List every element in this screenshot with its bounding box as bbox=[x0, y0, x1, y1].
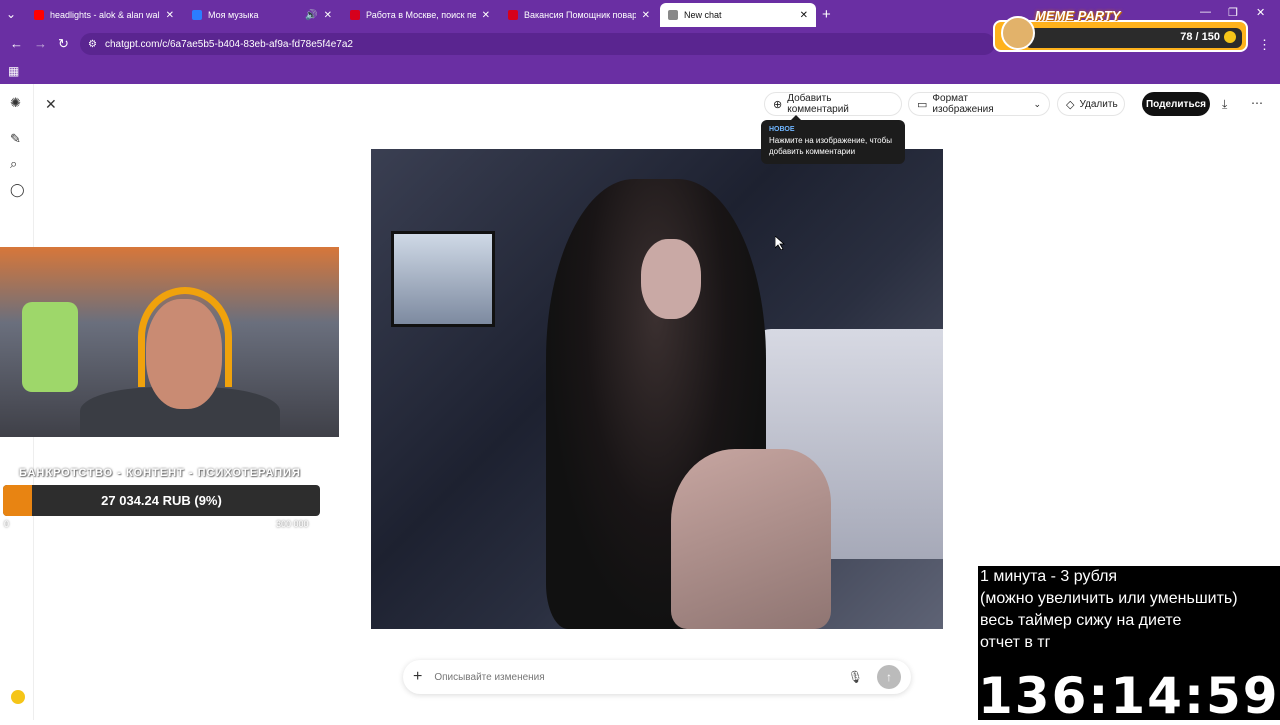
bookmarks-bar bbox=[0, 58, 1280, 84]
delete-button[interactable]: ◇ Удалить bbox=[1057, 92, 1125, 116]
timer-line: отчет в тг bbox=[980, 634, 1051, 651]
tab-title: headlights - alok & alan walker bbox=[50, 10, 160, 20]
tab-hh-work[interactable]: Работа в Москве, поиск персо ✕ bbox=[342, 3, 498, 27]
timer-line: весь таймер сижу на диете bbox=[980, 612, 1182, 629]
tab-music[interactable]: Моя музыка 🔊 ✕ bbox=[184, 3, 340, 27]
microphone-icon[interactable]: 🎙 bbox=[848, 670, 863, 684]
new-tab-icon[interactable]: + bbox=[822, 6, 831, 23]
generated-image[interactable] bbox=[371, 149, 943, 629]
webcam-chair bbox=[22, 302, 78, 392]
image-legs bbox=[671, 449, 831, 629]
share-label: Поделиться bbox=[1145, 98, 1206, 110]
url-field[interactable]: ⚙ chatgpt.com/c/6a7ae5b5-b404-83eb-af9a-… bbox=[80, 33, 995, 55]
donation-min: 0 bbox=[4, 519, 10, 529]
chevron-down-icon: ⌄ bbox=[1033, 98, 1041, 109]
site-info-icon[interactable]: ⚙ bbox=[88, 39, 97, 50]
timer-clock: 136:14:59 bbox=[978, 667, 1280, 725]
composer-input[interactable]: Описывайте изменения bbox=[434, 672, 847, 683]
tab-search-chevron-icon[interactable]: ⌄ bbox=[6, 7, 16, 21]
close-tab-icon[interactable]: ✕ bbox=[800, 10, 808, 21]
new-chat-icon[interactable]: ✎ bbox=[10, 131, 21, 147]
image-face bbox=[641, 239, 701, 319]
meme-party-widget: MEME PARTY 78 / 150 bbox=[993, 8, 1248, 52]
plus-icon[interactable]: + bbox=[413, 668, 422, 686]
edit-composer: + Описывайте изменения 🎙 ↑ bbox=[403, 660, 911, 694]
comment-tooltip: НОВОЕ Нажмите на изображение, чтобы доба… bbox=[761, 115, 905, 164]
image-format-button[interactable]: ▭ Формат изображения ⌄ bbox=[908, 92, 1050, 116]
minimize-icon[interactable]: — bbox=[1200, 6, 1211, 18]
hh-icon bbox=[508, 10, 518, 20]
music-icon bbox=[192, 10, 202, 20]
openai-logo-icon[interactable]: ✺ bbox=[10, 95, 21, 111]
youtube-icon bbox=[34, 10, 44, 20]
doge-icon bbox=[1001, 16, 1035, 50]
image-monitor bbox=[391, 231, 495, 327]
donation-amount: 27 034.24 RUB (9%) bbox=[101, 493, 222, 508]
send-button[interactable]: ↑ bbox=[877, 665, 901, 689]
arrow-up-icon: ↑ bbox=[886, 670, 892, 684]
tooltip-badge: НОВОЕ bbox=[769, 126, 795, 133]
tab-youtube[interactable]: headlights - alok & alan walker ✕ bbox=[26, 3, 182, 27]
timer-line: (можно увеличить или уменьшить) bbox=[980, 590, 1238, 607]
browser-menu-icon[interactable]: ⋮ bbox=[1258, 37, 1271, 53]
image-format-icon: ▭ bbox=[917, 98, 928, 111]
hh-icon bbox=[350, 10, 360, 20]
eraser-icon: ◇ bbox=[1066, 98, 1075, 111]
close-tab-icon[interactable]: ✕ bbox=[642, 10, 650, 21]
tab-title: Вакансия Помощник повара в bbox=[524, 10, 636, 20]
image-format-label: Формат изображения bbox=[932, 93, 994, 115]
reload-icon[interactable]: ↻ bbox=[58, 36, 69, 52]
tooltip-message: Нажмите на изображение, чтобы добавить к… bbox=[769, 136, 892, 156]
profile-avatar[interactable] bbox=[11, 690, 25, 704]
donation-progress-bar: 27 034.24 RUB (9%) bbox=[3, 485, 320, 516]
headset-icon bbox=[138, 287, 232, 387]
close-tab-icon[interactable]: ✕ bbox=[482, 10, 490, 21]
tab-new-chat[interactable]: New chat ✕ bbox=[660, 3, 816, 27]
donation-goal-title: БАНКРОТСТВО - КОНТЕНТ - ПСИХОТЕРАПИЯ bbox=[19, 467, 301, 479]
forward-icon[interactable]: → bbox=[34, 36, 47, 51]
tab-title: Моя музыка bbox=[208, 10, 259, 20]
close-window-icon[interactable]: ✕ bbox=[1256, 6, 1265, 19]
meme-party-count: 78 / 150 bbox=[1180, 31, 1220, 43]
tab-title: Работа в Москве, поиск персо bbox=[366, 10, 476, 20]
mouse-cursor-icon bbox=[775, 236, 785, 250]
subathon-timer: 1 минута - 3 рубля (можно увеличить или … bbox=[978, 566, 1280, 725]
coin-icon bbox=[1224, 31, 1236, 43]
close-tab-icon[interactable]: ✕ bbox=[166, 10, 174, 21]
more-icon[interactable]: ⋯ bbox=[1251, 96, 1263, 110]
add-comment-icon: ⊕ bbox=[773, 98, 783, 111]
speaker-icon[interactable]: 🔊 bbox=[305, 10, 317, 21]
url-text: chatgpt.com/c/6a7ae5b5-b404-83eb-af9a-fd… bbox=[104, 38, 353, 50]
webcam-overlay bbox=[0, 247, 339, 437]
delete-label: Удалить bbox=[1079, 98, 1118, 110]
close-editor-icon[interactable]: ✕ bbox=[45, 96, 57, 113]
download-icon[interactable]: ⤓ bbox=[1222, 97, 1227, 112]
chat-bubble-icon[interactable]: ◯ bbox=[10, 182, 25, 198]
close-tab-icon[interactable]: ✕ bbox=[324, 10, 332, 21]
meme-party-title: MEME PARTY bbox=[1035, 8, 1121, 23]
apps-grid-icon[interactable]: ▦ bbox=[8, 64, 19, 78]
tab-title: New chat bbox=[684, 10, 722, 20]
add-comment-button[interactable]: ⊕ Добавить комментарий bbox=[764, 92, 902, 116]
restore-icon[interactable]: ❐ bbox=[1228, 6, 1238, 19]
timer-line: 1 минута - 3 рубля bbox=[980, 568, 1118, 585]
back-icon[interactable]: ← bbox=[10, 36, 23, 51]
search-icon[interactable]: ⌕ bbox=[10, 156, 17, 172]
share-button[interactable]: Поделиться bbox=[1142, 92, 1210, 116]
chatgpt-icon bbox=[668, 10, 678, 20]
donation-max: 300 000 bbox=[276, 519, 309, 529]
tab-hh-vacancy[interactable]: Вакансия Помощник повара в ✕ bbox=[500, 3, 658, 27]
add-comment-label: Добавить комментарий bbox=[787, 93, 849, 115]
